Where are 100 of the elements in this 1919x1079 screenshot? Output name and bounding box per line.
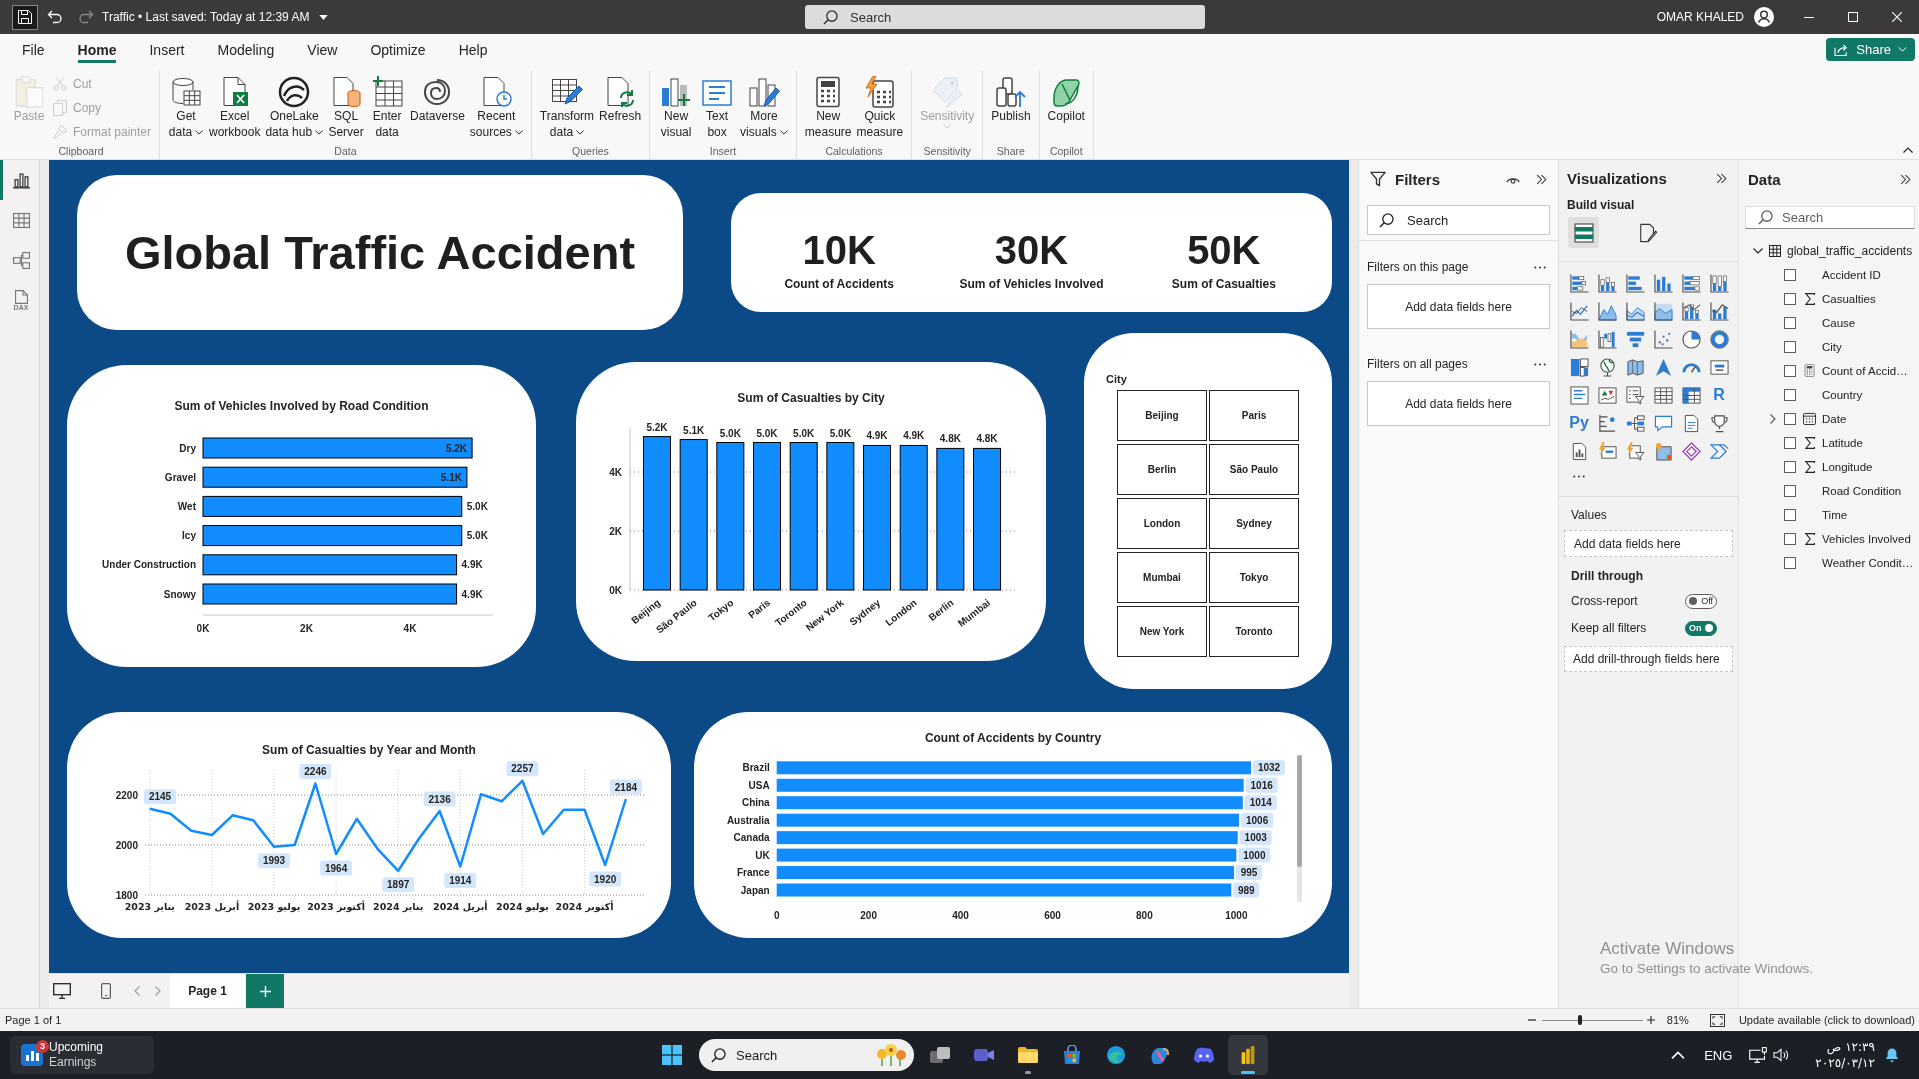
field-name[interactable]: Cause (1822, 316, 1856, 329)
four-squares-icon[interactable] (662, 1045, 682, 1065)
donut-chart-icon[interactable] (1709, 329, 1729, 349)
ribbon-button[interactable]: Quick measure (856, 71, 904, 140)
ribbon-button[interactable]: Publish (991, 71, 1031, 124)
fit-page-icon[interactable] (1709, 1013, 1725, 1027)
search-field[interactable]: Search (1367, 205, 1550, 235)
table-icon[interactable] (1653, 385, 1673, 405)
menu-tab[interactable]: View (307, 42, 338, 63)
update-link[interactable]: Update available (click to download) (1738, 1014, 1915, 1026)
ribbon-button[interactable]: Transform data (539, 71, 595, 140)
search-field[interactable]: Search (805, 5, 1205, 29)
checkbox[interactable] (1784, 268, 1796, 281)
field-name[interactable]: Road Condition (1822, 484, 1902, 497)
matrix-icon[interactable] (1681, 385, 1701, 405)
slicer-option[interactable]: Beijing (1117, 390, 1207, 441)
drop-zone[interactable]: Add drill-through fields here (1564, 646, 1733, 672)
slicer-option[interactable]: New York (1117, 606, 1207, 657)
treemap-icon[interactable] (1569, 357, 1589, 377)
chevron-right-icon[interactable] (1769, 413, 1776, 424)
checkbox[interactable] (1784, 484, 1796, 497)
phone-icon[interactable] (101, 983, 111, 999)
mode-tab[interactable] (1568, 217, 1599, 248)
map-icon[interactable] (1625, 357, 1645, 377)
more-icon[interactable] (1534, 265, 1546, 269)
drop-zone[interactable]: Add data fields here (1367, 381, 1550, 426)
scrollbar[interactable] (1297, 755, 1302, 902)
field-name[interactable]: Count of Accid… (1822, 364, 1908, 377)
lightning-card-icon[interactable] (1597, 441, 1617, 461)
toggle-switch[interactable]: On (1685, 620, 1717, 636)
speaker-icon[interactable] (1773, 1048, 1790, 1062)
field-name[interactable]: Latitude (1822, 436, 1863, 449)
maximize-icon[interactable] (1848, 12, 1858, 22)
slicer-option[interactable]: Paris (1209, 390, 1299, 441)
globe-icon[interactable] (1597, 357, 1617, 377)
scatter-chart-icon[interactable] (1653, 329, 1673, 349)
double-chevron-icon[interactable] (1900, 173, 1911, 185)
drop-zone[interactable]: Add data fields here (1564, 530, 1733, 557)
map-pin-icon[interactable] (1653, 441, 1673, 461)
waterfall-chart-icon[interactable] (1597, 329, 1617, 349)
bell-icon[interactable] (1885, 1047, 1899, 1063)
combo-chart-icon[interactable] (1681, 301, 1701, 321)
combo-chart-icon[interactable] (1709, 301, 1729, 321)
field-name[interactable]: Country (1822, 388, 1863, 401)
ribbon-button[interactable]: More visuals (740, 71, 788, 140)
ribbon-button[interactable]: OneLake data hub (265, 71, 324, 140)
ribbon-button[interactable]: SQL Server (328, 71, 365, 140)
menu-tab[interactable]: Home (77, 42, 117, 63)
drop-zone[interactable]: Add data fields here (1367, 284, 1550, 329)
ribbon-button[interactable]: Refresh (599, 71, 642, 124)
field-name[interactable]: Accident ID (1822, 268, 1881, 281)
more-icon[interactable] (1534, 362, 1546, 366)
chevron-down-icon[interactable] (1753, 247, 1763, 254)
ribbon-button[interactable]: Get data (168, 71, 205, 140)
column-chart-icon[interactable] (1653, 273, 1673, 293)
speech-bubble-icon[interactable] (1653, 413, 1673, 433)
ribbon-chart-icon[interactable] (1569, 329, 1589, 349)
menu-tab[interactable]: Insert (149, 42, 185, 63)
slicer-option[interactable]: São Paulo (1209, 444, 1299, 495)
plus-icon[interactable] (1646, 1016, 1655, 1024)
taskbar-app-button[interactable] (1228, 1035, 1268, 1075)
table-name[interactable]: global_traffic_accidents (1787, 243, 1913, 258)
slicer-option[interactable]: Berlin (1117, 444, 1207, 495)
search-field[interactable]: Search (699, 1039, 914, 1071)
double-chevron-icon[interactable] (1716, 173, 1727, 184)
stacked-bar-chart-icon[interactable] (1681, 273, 1701, 293)
field-name[interactable]: Casualties (1822, 292, 1876, 305)
card-icon[interactable] (1709, 357, 1729, 377)
diamond-icon[interactable] (1681, 441, 1701, 461)
slicer-option[interactable]: Sydney (1209, 498, 1299, 549)
field-name[interactable]: Weather Condit… (1822, 556, 1914, 569)
list-card-icon[interactable] (1569, 385, 1589, 405)
checkbox[interactable] (1784, 364, 1796, 377)
ribbon-button[interactable]: Text box (699, 71, 736, 140)
menu-tab[interactable]: File (22, 42, 45, 63)
clock-date[interactable]: ٢٠٢٥/٠٣/١٢ (1815, 1055, 1875, 1071)
checkbox[interactable] (1784, 532, 1796, 545)
checkbox[interactable] (1784, 508, 1796, 521)
checkbox[interactable] (1784, 388, 1796, 401)
ribbon-button[interactable]: Recent sources (469, 71, 523, 140)
widget-button[interactable]: 3 Upcoming Earnings (10, 1036, 154, 1074)
checkbox[interactable] (1784, 292, 1796, 305)
ribbon-button[interactable]: Dataverse (410, 71, 465, 124)
avatar-icon[interactable] (1754, 7, 1774, 27)
slicer-option[interactable]: Mumbai (1117, 552, 1207, 603)
more-icon[interactable] (1573, 475, 1585, 478)
language-indicator[interactable]: ENG (1704, 1047, 1733, 1063)
checkbox[interactable] (1784, 316, 1796, 329)
funnel-chart-icon[interactable] (1625, 329, 1645, 349)
field-name[interactable]: Time (1822, 508, 1848, 521)
stacked-column-chart-icon[interactable] (1597, 273, 1617, 293)
influencers-chart-icon[interactable] (1597, 413, 1617, 433)
double-chevron-icon[interactable] (1536, 173, 1547, 185)
ribbon-button[interactable]: Enter data (369, 71, 406, 140)
ribbon-button[interactable]: Copilot (1047, 71, 1085, 124)
stacked-column-chart-icon[interactable] (1709, 273, 1729, 293)
slicer-icon[interactable] (1625, 385, 1645, 405)
menu-tab[interactable]: Help (458, 42, 488, 63)
arrowhead-icon[interactable] (1653, 357, 1673, 377)
clock-time[interactable]: ١٢:٣٩ ص (1826, 1039, 1875, 1055)
